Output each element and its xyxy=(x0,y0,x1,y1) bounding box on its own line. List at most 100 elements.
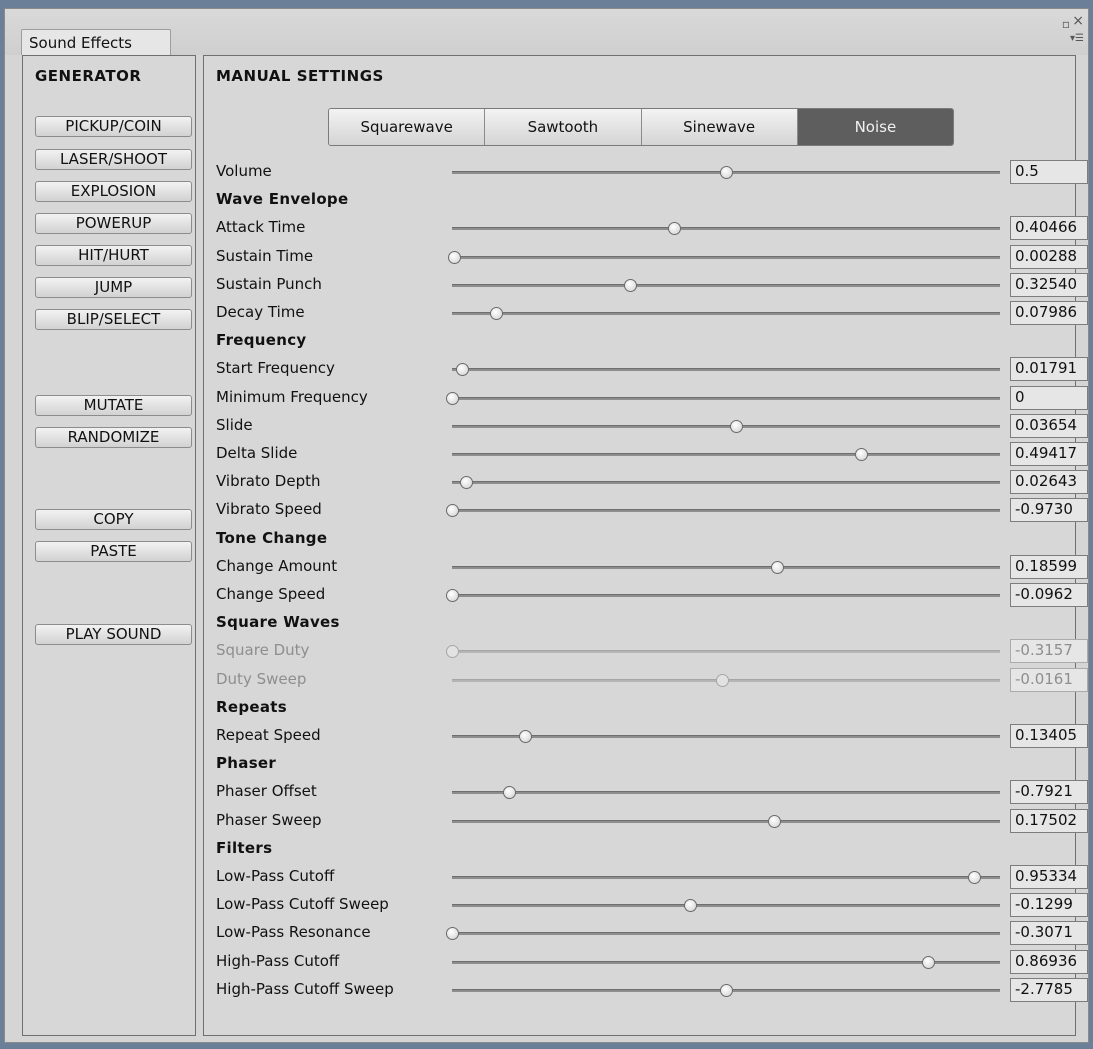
slider-thumb[interactable] xyxy=(446,927,459,941)
attack-time-value-field[interactable]: 0.40466 xyxy=(1010,216,1088,241)
volume-slider[interactable] xyxy=(452,166,1000,179)
low-pass-cutoff-value-field[interactable]: 0.95334 xyxy=(1010,865,1088,889)
menu-icon[interactable]: ▾☰ xyxy=(1070,33,1084,44)
minimum-frequency-value-field[interactable]: 0 xyxy=(1010,385,1088,410)
low-pass-resonance-slider[interactable] xyxy=(446,927,1000,941)
phaser-offset-slider[interactable] xyxy=(452,786,1000,800)
decay-time-slider[interactable] xyxy=(452,307,1000,320)
phaser-offset-value-field[interactable]: -0.7921 xyxy=(1010,780,1088,805)
slider-thumb[interactable] xyxy=(502,786,516,800)
wave-squarewave-button[interactable]: Squarewave xyxy=(329,109,486,145)
hit-hurt-button[interactable]: HIT/HURT xyxy=(35,245,192,266)
slider-thumb[interactable] xyxy=(489,307,503,320)
param-label: Decay Time xyxy=(216,303,305,321)
low-pass-cutoff-sweep-slider[interactable] xyxy=(452,899,1000,913)
slider-thumb[interactable] xyxy=(968,871,982,884)
vibrato-depth-value-field[interactable]: 0.02643 xyxy=(1010,470,1088,495)
vibrato-speed-slider[interactable] xyxy=(446,504,1000,518)
title-bar: Sound Effects ▫ × ▾☰ xyxy=(5,9,1088,55)
param-row-high-pass-cutoff-sweep: High-Pass Cutoff Sweep -2.7785 xyxy=(216,977,1088,1003)
close-icon[interactable]: × xyxy=(1072,13,1084,29)
vibrato-depth-slider[interactable] xyxy=(452,476,1000,490)
jump-button[interactable]: JUMP xyxy=(35,277,192,298)
paste-button[interactable]: PASTE xyxy=(35,541,192,562)
sustain-time-value-field[interactable]: 0.00288 xyxy=(1010,244,1088,269)
phaser-sweep-slider[interactable] xyxy=(452,814,1000,828)
slider-thumb[interactable] xyxy=(460,476,474,490)
blip-select-button[interactable]: BLIP/SELECT xyxy=(35,309,192,330)
laser-shoot-button[interactable]: LASER/SHOOT xyxy=(35,149,192,170)
slider-thumb[interactable] xyxy=(770,560,784,574)
slider-thumb[interactable] xyxy=(624,278,638,292)
slider-thumb[interactable] xyxy=(455,363,469,377)
start-frequency-slider[interactable] xyxy=(452,363,1000,377)
duty-sweep-slider xyxy=(452,673,1000,687)
wave-sawtooth-button[interactable]: Sawtooth xyxy=(485,109,642,145)
low-pass-resonance-value-field[interactable]: -0.3071 xyxy=(1010,921,1088,946)
attack-time-slider[interactable] xyxy=(452,222,1000,236)
sustain-punch-value-field[interactable]: 0.32540 xyxy=(1010,272,1088,297)
pickup-coin-button[interactable]: PICKUP/COIN xyxy=(35,116,192,137)
slide-slider[interactable] xyxy=(452,419,1000,433)
slider-thumb[interactable] xyxy=(446,504,459,518)
param-row-vibrato-depth: Vibrato Depth 0.02643 xyxy=(216,469,1088,495)
delta-slide-slider[interactable] xyxy=(452,448,1000,461)
group-heading-frequency: Frequency xyxy=(216,331,307,350)
param-label: Start Frequency xyxy=(216,359,335,378)
volume-value-field[interactable]: 0.5 xyxy=(1010,160,1088,184)
slider-thumb[interactable] xyxy=(922,955,936,969)
slider-thumb[interactable] xyxy=(855,448,869,461)
param-row-low-pass-cutoff: Low-Pass Cutoff 0.95334 xyxy=(216,864,1088,890)
slider-thumb[interactable] xyxy=(519,730,533,743)
high-pass-cutoff-value-field[interactable]: 0.86936 xyxy=(1010,949,1088,974)
param-label: Repeat Speed xyxy=(216,726,321,744)
square-duty-slider xyxy=(446,645,1000,659)
sustain-time-slider[interactable] xyxy=(447,250,1000,264)
phaser-sweep-value-field[interactable]: 0.17502 xyxy=(1010,808,1088,833)
slide-value-field[interactable]: 0.03654 xyxy=(1010,413,1088,438)
param-row-change-amount: Change Amount 0.18599 xyxy=(216,554,1088,580)
wave-noise-button[interactable]: Noise xyxy=(797,109,953,145)
change-speed-slider[interactable] xyxy=(446,589,1000,602)
explosion-button[interactable]: EXPLOSION xyxy=(35,181,192,202)
delta-slide-value-field[interactable]: 0.49417 xyxy=(1010,442,1088,466)
slider-thumb[interactable] xyxy=(447,250,461,264)
slider-thumb[interactable] xyxy=(684,899,698,913)
slider-thumb[interactable] xyxy=(446,391,459,405)
play-sound-button[interactable]: PLAY SOUND xyxy=(35,624,192,645)
copy-button[interactable]: COPY xyxy=(35,509,192,530)
decay-time-value-field[interactable]: 0.07986 xyxy=(1010,301,1088,325)
slider-thumb[interactable] xyxy=(768,814,782,828)
param-row-slide: Slide 0.03654 xyxy=(216,413,1088,439)
slider-thumb[interactable] xyxy=(729,419,743,433)
randomize-button[interactable]: RANDOMIZE xyxy=(35,427,192,448)
mutate-button[interactable]: MUTATE xyxy=(35,395,192,416)
repeat-speed-value-field[interactable]: 0.13405 xyxy=(1010,724,1088,748)
low-pass-cutoff-sweep-value-field[interactable]: -0.1299 xyxy=(1010,893,1088,918)
param-row-delta-slide: Delta Slide 0.49417 xyxy=(216,441,1088,467)
vibrato-speed-value-field[interactable]: -0.9730 xyxy=(1010,498,1088,523)
slider-thumb[interactable] xyxy=(446,589,459,602)
param-label: Vibrato Speed xyxy=(216,500,322,519)
minimum-frequency-slider[interactable] xyxy=(446,391,1000,405)
change-amount-value-field[interactable]: 0.18599 xyxy=(1010,554,1088,579)
slider-thumb[interactable] xyxy=(720,983,733,997)
high-pass-cutoff-sweep-value-field[interactable]: -2.7785 xyxy=(1010,977,1088,1002)
tab-sound-effects[interactable]: Sound Effects xyxy=(21,29,171,55)
high-pass-cutoff-slider[interactable] xyxy=(452,955,1000,969)
powerup-button[interactable]: POWERUP xyxy=(35,213,192,234)
start-frequency-value-field[interactable]: 0.01791 xyxy=(1010,357,1088,382)
param-label: Phaser Offset xyxy=(216,782,317,801)
param-row-repeat-speed: Repeat Speed 0.13405 xyxy=(216,723,1088,749)
change-amount-slider[interactable] xyxy=(452,560,1000,574)
generator-title: GENERATOR xyxy=(35,67,142,85)
change-speed-value-field[interactable]: -0.0962 xyxy=(1010,583,1088,607)
slider-thumb[interactable] xyxy=(720,166,733,179)
wave-sinewave-button[interactable]: Sinewave xyxy=(641,109,798,145)
maximize-icon[interactable]: ▫ xyxy=(1062,17,1070,31)
slider-thumb[interactable] xyxy=(667,222,681,236)
repeat-speed-slider[interactable] xyxy=(452,730,1000,743)
high-pass-cutoff-sweep-slider[interactable] xyxy=(452,983,1000,997)
sustain-punch-slider[interactable] xyxy=(452,278,1000,292)
low-pass-cutoff-slider[interactable] xyxy=(452,871,1000,884)
